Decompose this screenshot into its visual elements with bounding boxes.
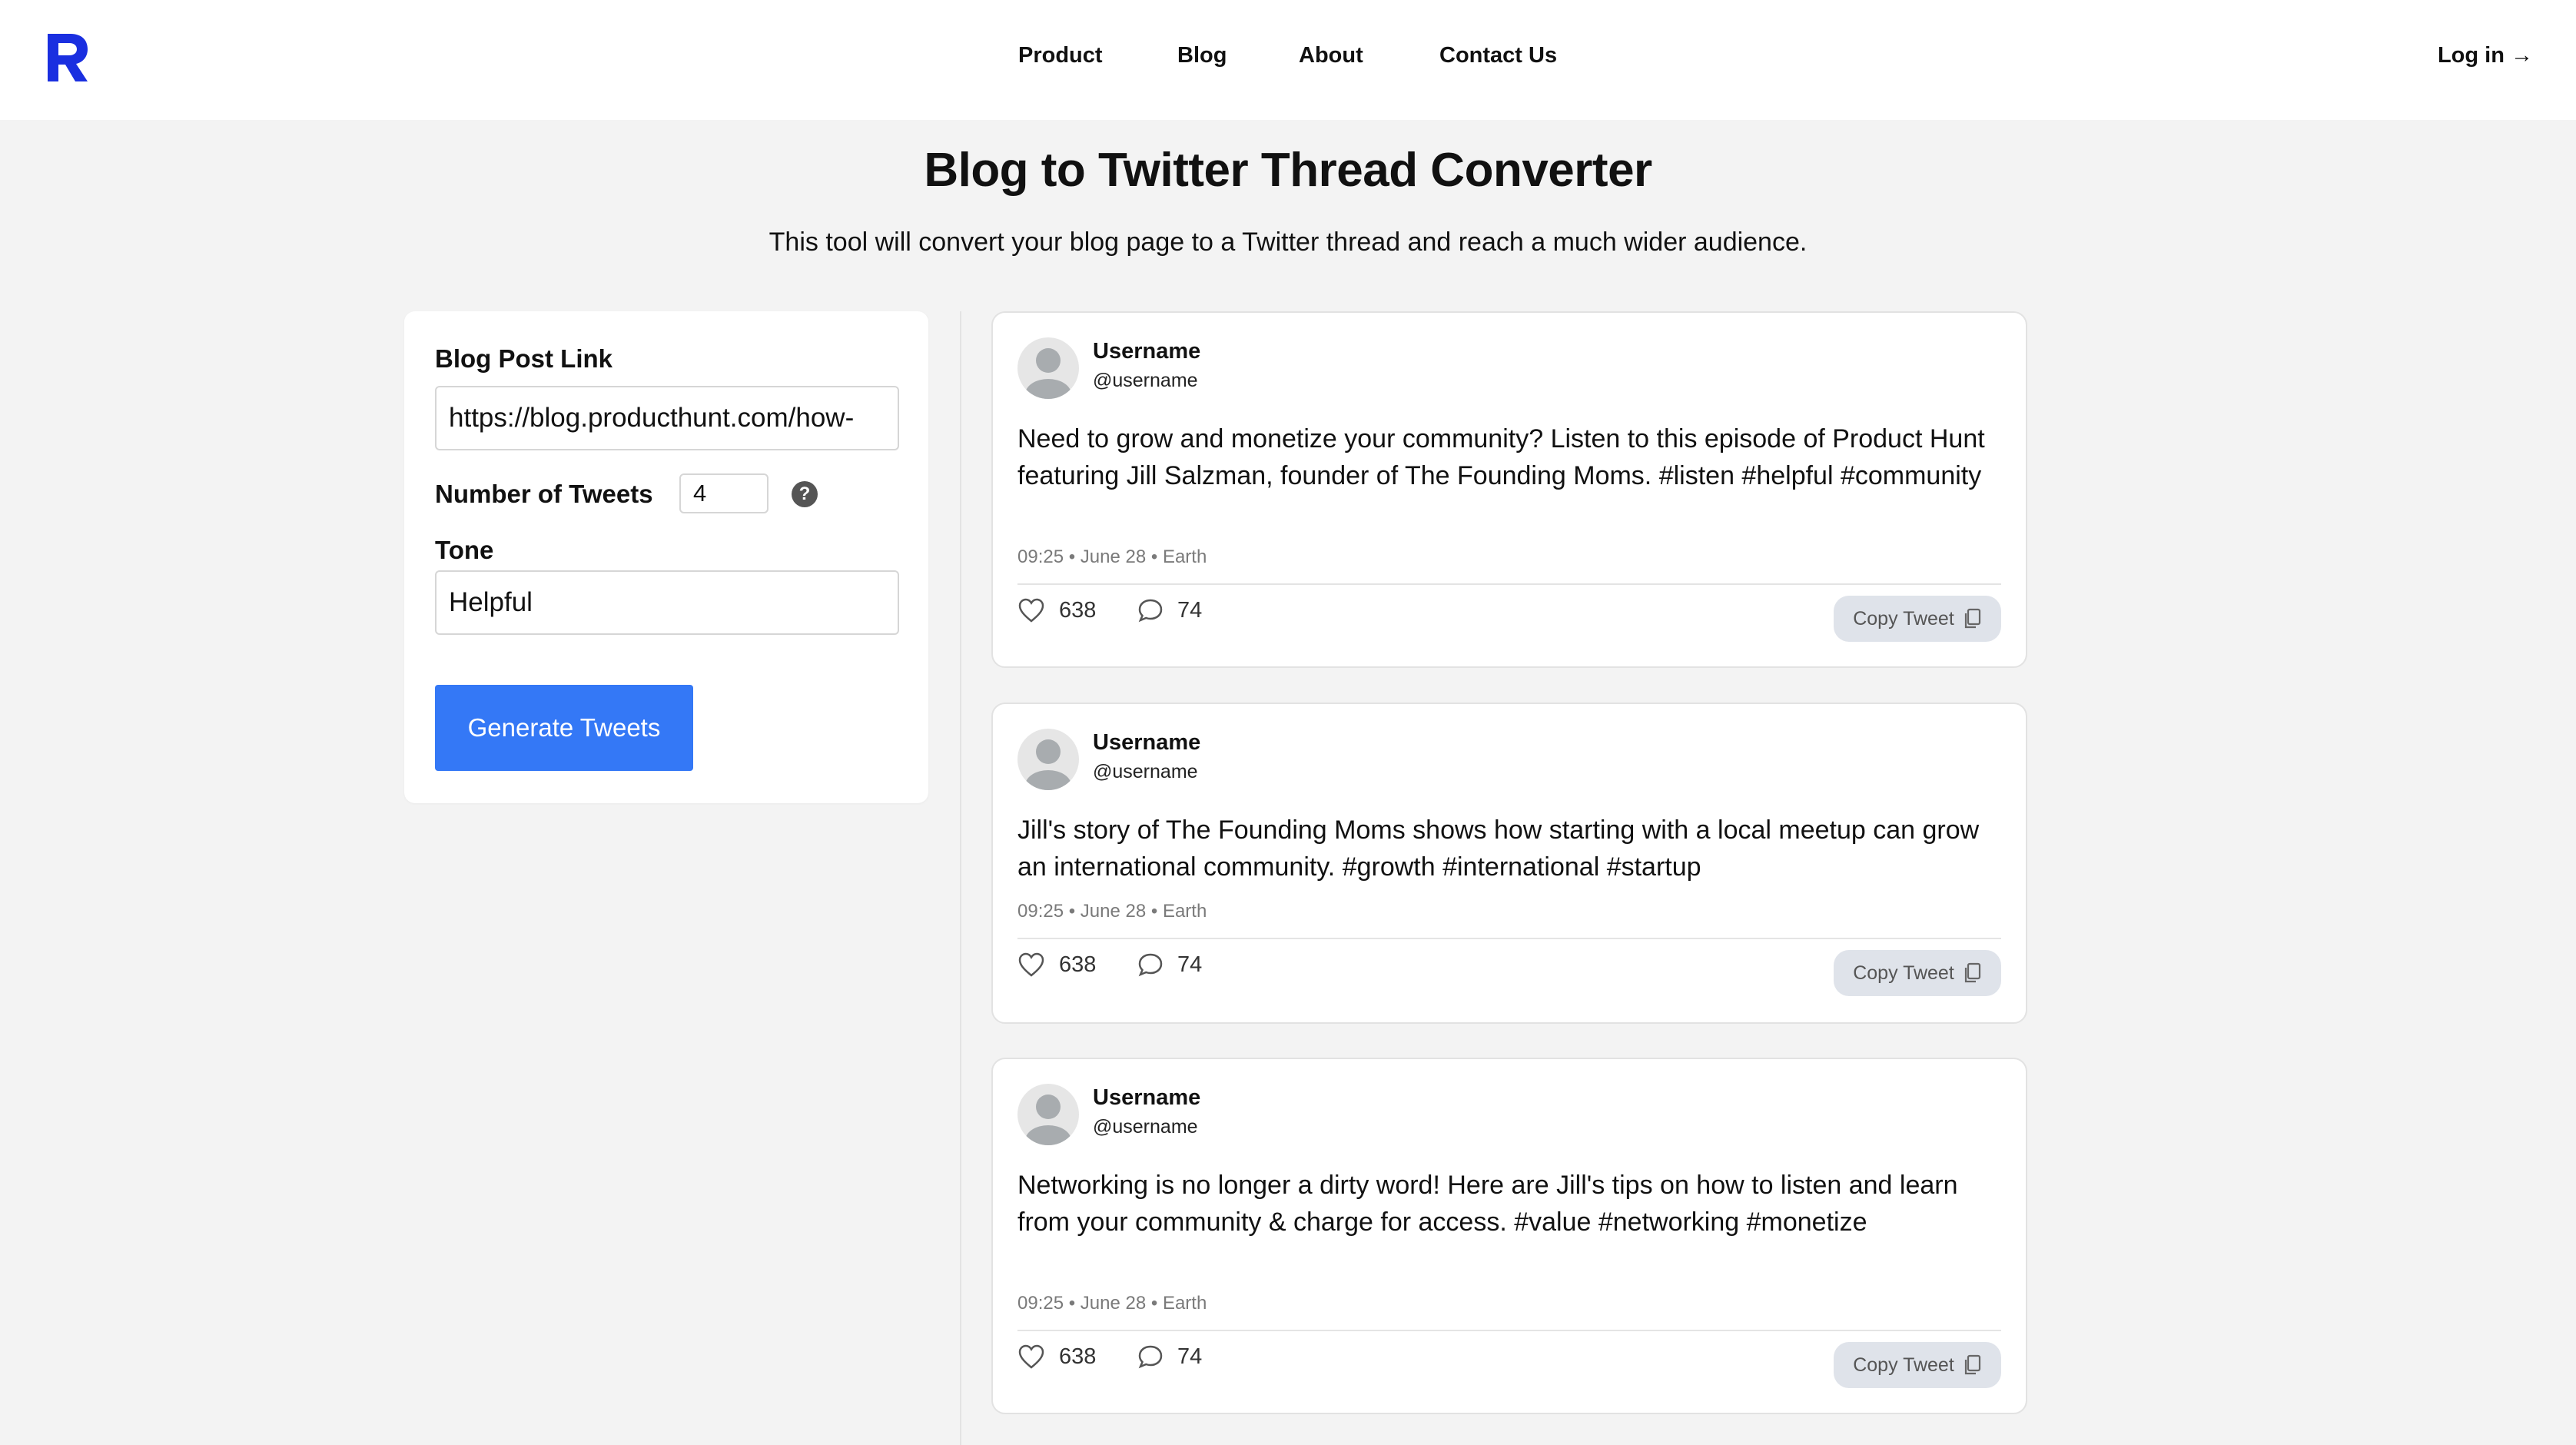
like-stat[interactable]: 638: [1017, 1344, 1096, 1370]
tweet-username: Username: [1093, 339, 1201, 364]
comment-stat[interactable]: 74: [1137, 597, 1202, 623]
tweet-card: Username @username Jill's story of The F…: [991, 703, 2027, 1024]
like-count: 638: [1059, 952, 1097, 977]
heart-icon: [1018, 952, 1044, 977]
copy-icon: [1964, 962, 1980, 983]
help-icon[interactable]: ?: [792, 481, 818, 507]
tweet-card: Username @username Networking is no long…: [991, 1058, 2027, 1414]
like-stat[interactable]: 638: [1017, 597, 1096, 623]
page-title: Blog to Twitter Thread Converter: [924, 144, 1652, 197]
heart-icon: [1018, 1344, 1044, 1369]
tweet-text: Jill's story of The Founding Moms shows …: [1017, 816, 1980, 882]
blog-post-link-label: Blog Post Link: [435, 344, 612, 373]
page-subtitle: This tool will convert your blog page to…: [768, 228, 1808, 257]
user-silhouette-icon: [1025, 348, 1071, 399]
copy-icon: [1964, 1354, 1980, 1375]
blog-post-link-input[interactable]: https://blog.producthunt.com/how-: [435, 386, 899, 450]
nav-blog[interactable]: Blog: [1177, 43, 1227, 68]
copy-tweet-button[interactable]: Copy Tweet: [1834, 950, 2001, 996]
tone-input[interactable]: Helpful: [435, 570, 899, 635]
tweet-text: Need to grow and monetize your community…: [1017, 424, 1985, 490]
number-of-tweets-input[interactable]: 4: [679, 473, 768, 513]
like-count: 638: [1059, 597, 1097, 623]
like-count: 638: [1059, 1344, 1097, 1369]
comment-stat[interactable]: 74: [1137, 952, 1202, 978]
user-silhouette-icon: [1025, 1095, 1071, 1145]
comment-icon: [1138, 599, 1163, 623]
tone-label: Tone: [435, 536, 494, 564]
avatar: [1017, 337, 1079, 399]
nav-product[interactable]: Product: [1018, 43, 1103, 68]
tweet-meta: 09:25 • June 28 • Earth: [1017, 546, 1207, 567]
tweet-handle: @username: [1093, 1116, 1198, 1138]
login-link[interactable]: Log in →: [2438, 43, 2533, 68]
logo-icon[interactable]: [45, 31, 91, 85]
comment-count: 74: [1177, 952, 1203, 977]
tweet-divider: [1017, 583, 2001, 585]
avatar: [1017, 1084, 1079, 1145]
converter-form: Blog Post Link https://blog.producthunt.…: [404, 311, 928, 803]
comment-icon: [1138, 1345, 1163, 1369]
tweet-handle: @username: [1093, 370, 1198, 391]
tweet-card: Username @username Need to grow and mone…: [991, 311, 2027, 668]
copy-tweet-label: Copy Tweet: [1853, 607, 1954, 629]
copy-tweet-button[interactable]: Copy Tweet: [1834, 1342, 2001, 1388]
copy-tweet-button[interactable]: Copy Tweet: [1834, 596, 2001, 642]
avatar: [1017, 729, 1079, 790]
nav-contact-us[interactable]: Contact Us: [1439, 43, 1557, 68]
nav-about[interactable]: About: [1299, 43, 1363, 68]
comment-icon: [1138, 953, 1163, 977]
tweet-divider: [1017, 1330, 2001, 1331]
tweet-divider: [1017, 938, 2001, 939]
heart-icon: [1018, 598, 1044, 623]
generate-tweets-button[interactable]: Generate Tweets: [435, 685, 693, 771]
copy-tweet-label: Copy Tweet: [1853, 1354, 1954, 1376]
number-of-tweets-label: Number of Tweets: [435, 480, 653, 508]
comment-count: 74: [1177, 1344, 1203, 1369]
tweet-username: Username: [1093, 730, 1201, 755]
user-silhouette-icon: [1025, 739, 1071, 790]
column-divider: [960, 311, 961, 1445]
top-navbar: Product Blog About Contact Us Log in →: [0, 0, 2576, 120]
tweet-username: Username: [1093, 1085, 1201, 1110]
tweet-handle: @username: [1093, 761, 1198, 782]
comment-stat[interactable]: 74: [1137, 1344, 1202, 1370]
copy-tweet-label: Copy Tweet: [1853, 962, 1954, 984]
copy-icon: [1964, 608, 1980, 629]
comment-count: 74: [1177, 597, 1203, 623]
tweet-text: Networking is no longer a dirty word! He…: [1017, 1171, 1958, 1237]
tweet-meta: 09:25 • June 28 • Earth: [1017, 901, 1207, 922]
tweet-meta: 09:25 • June 28 • Earth: [1017, 1293, 1207, 1314]
like-stat[interactable]: 638: [1017, 952, 1096, 978]
